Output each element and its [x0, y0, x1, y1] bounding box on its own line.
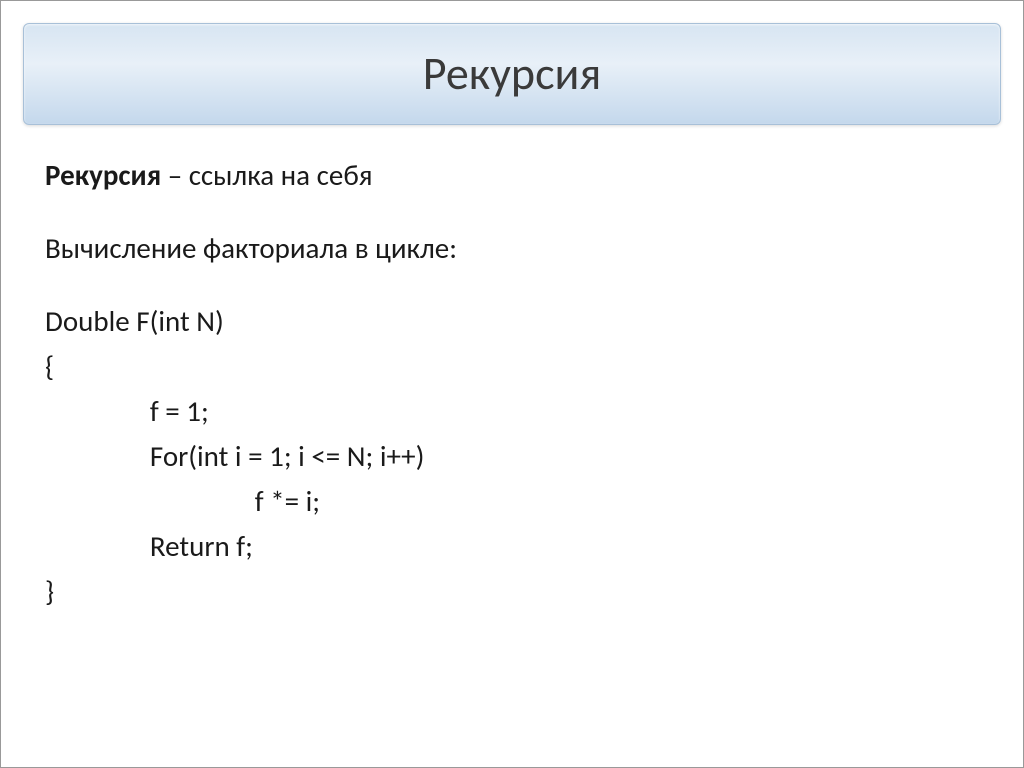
content-area: Рекурсия – ссылка на себя Вычисление фак… — [1, 125, 1023, 641]
code-line-7: } — [45, 573, 54, 609]
code-block: Double F(int N) { f = 1; For(int i = 1; … — [45, 299, 979, 614]
definition-description: ссылка на себя — [189, 157, 373, 193]
code-line-2: { — [45, 348, 54, 384]
definition-term: Рекурсия — [45, 157, 161, 193]
section-heading: Вычисление факториала в цикле: — [45, 226, 979, 271]
definition-separator: – — [161, 157, 189, 193]
definition-line: Рекурсия – ссылка на себя — [45, 153, 979, 198]
code-line-3: f = 1; — [45, 393, 209, 429]
code-line-6: Return f; — [45, 528, 253, 564]
slide-title: Рекурсия — [24, 46, 1000, 102]
title-bar: Рекурсия — [23, 23, 1001, 125]
code-line-1: Double F(int N) — [45, 303, 224, 339]
code-line-5: f *= i; — [45, 483, 320, 519]
slide-container: Рекурсия Рекурсия – ссылка на себя Вычис… — [0, 0, 1024, 768]
code-line-4: For(int i = 1; i <= N; i++) — [45, 438, 424, 474]
